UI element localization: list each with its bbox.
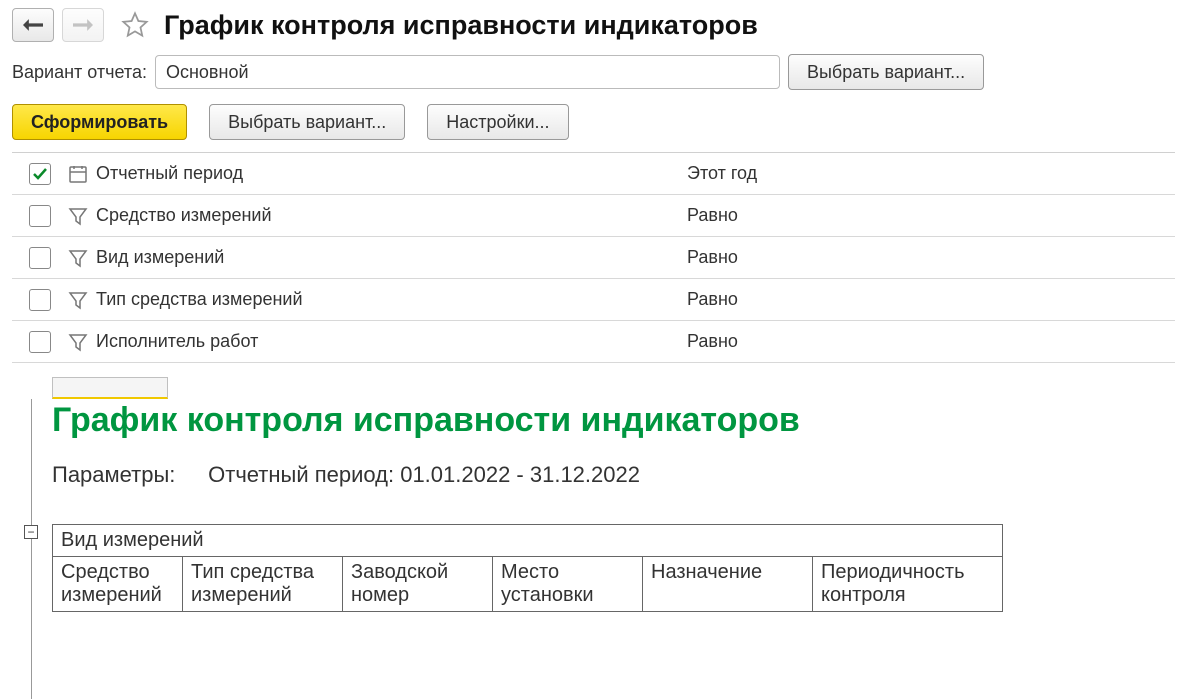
filter-value[interactable]: Равно xyxy=(687,205,1167,226)
filter-row[interactable]: Вид измеренийРавно xyxy=(12,237,1175,279)
filter-label: Средство измерений xyxy=(96,205,687,226)
report-params-label: Параметры: xyxy=(52,462,202,488)
variant-row: Вариант отчета: Выбрать вариант... xyxy=(0,50,1187,94)
report-column-header: Средство измерений xyxy=(53,557,183,612)
filter-checkbox[interactable] xyxy=(29,247,51,269)
report-column-header: Назначение xyxy=(643,557,813,612)
filter-value[interactable]: Этот год xyxy=(687,163,1167,184)
report-content: График контроля исправности индикаторов … xyxy=(52,377,1175,612)
report-column-header: Периодичность контроля xyxy=(813,557,1003,612)
arrow-right-icon xyxy=(73,18,93,32)
choose-variant-button-top[interactable]: Выбрать вариант... xyxy=(788,54,984,90)
filter-label: Вид измерений xyxy=(96,247,687,268)
report-column-header: Заводской номер xyxy=(343,557,493,612)
report-title: График контроля исправности индикаторов xyxy=(52,401,1175,440)
generate-button[interactable]: Сформировать xyxy=(12,104,187,140)
filter-row[interactable]: Тип средства измеренийРавно xyxy=(12,279,1175,321)
collapse-toggle[interactable]: − xyxy=(24,525,38,539)
report-header-row: Средство измеренийТип средства измерений… xyxy=(53,557,1003,612)
filter-row[interactable]: Средство измеренийРавно xyxy=(12,195,1175,237)
filter-value[interactable]: Равно xyxy=(687,331,1167,352)
filter-table: Отчетный периодЭтот годСредство измерени… xyxy=(12,152,1175,363)
report-params: Параметры: Отчетный период: 01.01.2022 -… xyxy=(52,462,1175,488)
report-group-header: Вид измерений xyxy=(53,525,1003,557)
choose-variant-button[interactable]: Выбрать вариант... xyxy=(209,104,405,140)
filter-icon xyxy=(60,332,96,352)
filter-icon xyxy=(60,248,96,268)
filter-checkbox[interactable] xyxy=(29,331,51,353)
filter-row[interactable]: Исполнитель работРавно xyxy=(12,321,1175,363)
variant-input[interactable] xyxy=(155,55,780,89)
variant-label: Вариант отчета: xyxy=(12,62,147,83)
filter-label: Исполнитель работ xyxy=(96,331,687,352)
back-button[interactable] xyxy=(12,8,54,42)
filter-check-cell xyxy=(20,289,60,311)
forward-button[interactable] xyxy=(62,8,104,42)
filter-check-cell xyxy=(20,331,60,353)
report-table: Вид измерений Средство измеренийТип сред… xyxy=(52,524,1003,612)
filter-row[interactable]: Отчетный периодЭтот год xyxy=(12,153,1175,195)
report-column-header: Место установки xyxy=(493,557,643,612)
filter-checkbox[interactable] xyxy=(29,205,51,227)
report-params-value: Отчетный период: 01.01.2022 - 31.12.2022 xyxy=(208,462,640,487)
filter-icon xyxy=(60,290,96,310)
filter-check-cell xyxy=(20,163,60,185)
star-icon xyxy=(121,11,149,39)
filter-check-cell xyxy=(20,247,60,269)
titlebar: График контроля исправности индикаторов xyxy=(0,0,1187,50)
report-ruler-cell xyxy=(52,377,168,399)
filter-checkbox[interactable] xyxy=(29,163,51,185)
report-column-header: Тип средства измерений xyxy=(183,557,343,612)
arrow-left-icon xyxy=(23,18,43,32)
settings-button[interactable]: Настройки... xyxy=(427,104,568,140)
filter-value[interactable]: Равно xyxy=(687,247,1167,268)
filter-value[interactable]: Равно xyxy=(687,289,1167,310)
page-title: График контроля исправности индикаторов xyxy=(164,10,758,41)
filter-label: Тип средства измерений xyxy=(96,289,687,310)
filter-check-cell xyxy=(20,205,60,227)
report-ruler-row xyxy=(52,377,1175,399)
filter-icon xyxy=(60,206,96,226)
report-area: − График контроля исправности индикаторо… xyxy=(12,377,1175,612)
favorite-button[interactable] xyxy=(118,8,152,42)
toolbar: Сформировать Выбрать вариант... Настройк… xyxy=(0,94,1187,152)
filter-checkbox[interactable] xyxy=(29,289,51,311)
filter-label: Отчетный период xyxy=(96,163,687,184)
calendar-icon xyxy=(60,164,96,184)
report-group-row: Вид измерений xyxy=(53,525,1003,557)
gutter-line xyxy=(31,399,32,699)
